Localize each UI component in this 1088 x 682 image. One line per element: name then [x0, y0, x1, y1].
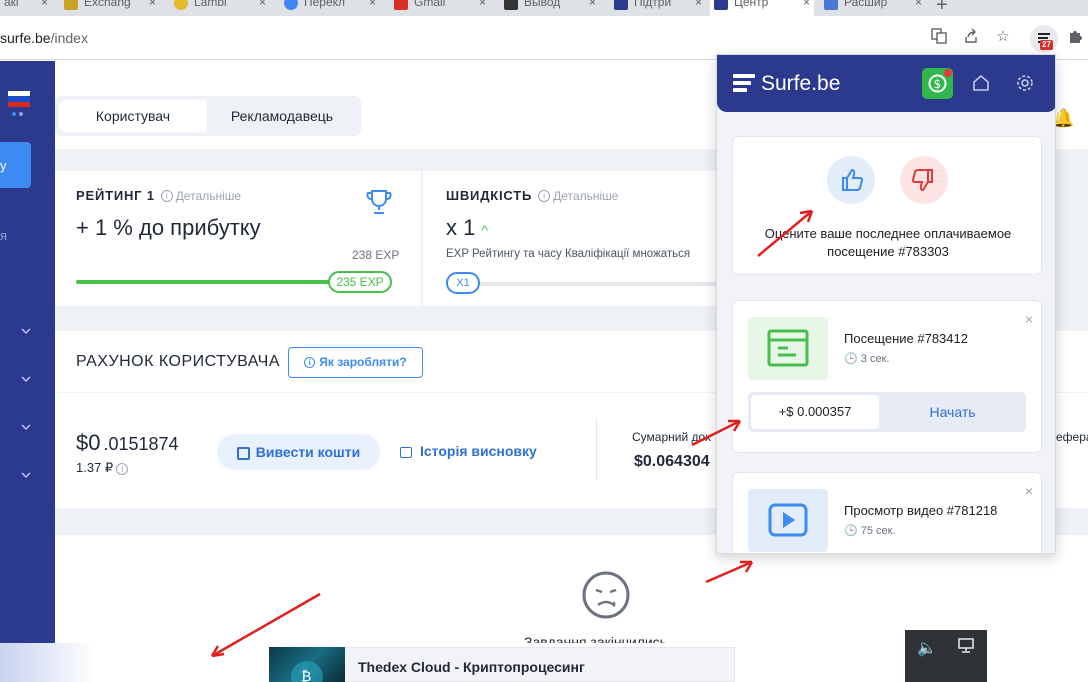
- arrow-to-ad: [211, 592, 321, 658]
- arrow-to-reward: [691, 419, 741, 447]
- arrow-to-video: [705, 560, 753, 584]
- annotation-arrows: [210, 209, 814, 658]
- arrow-to-rating: [757, 210, 813, 257]
